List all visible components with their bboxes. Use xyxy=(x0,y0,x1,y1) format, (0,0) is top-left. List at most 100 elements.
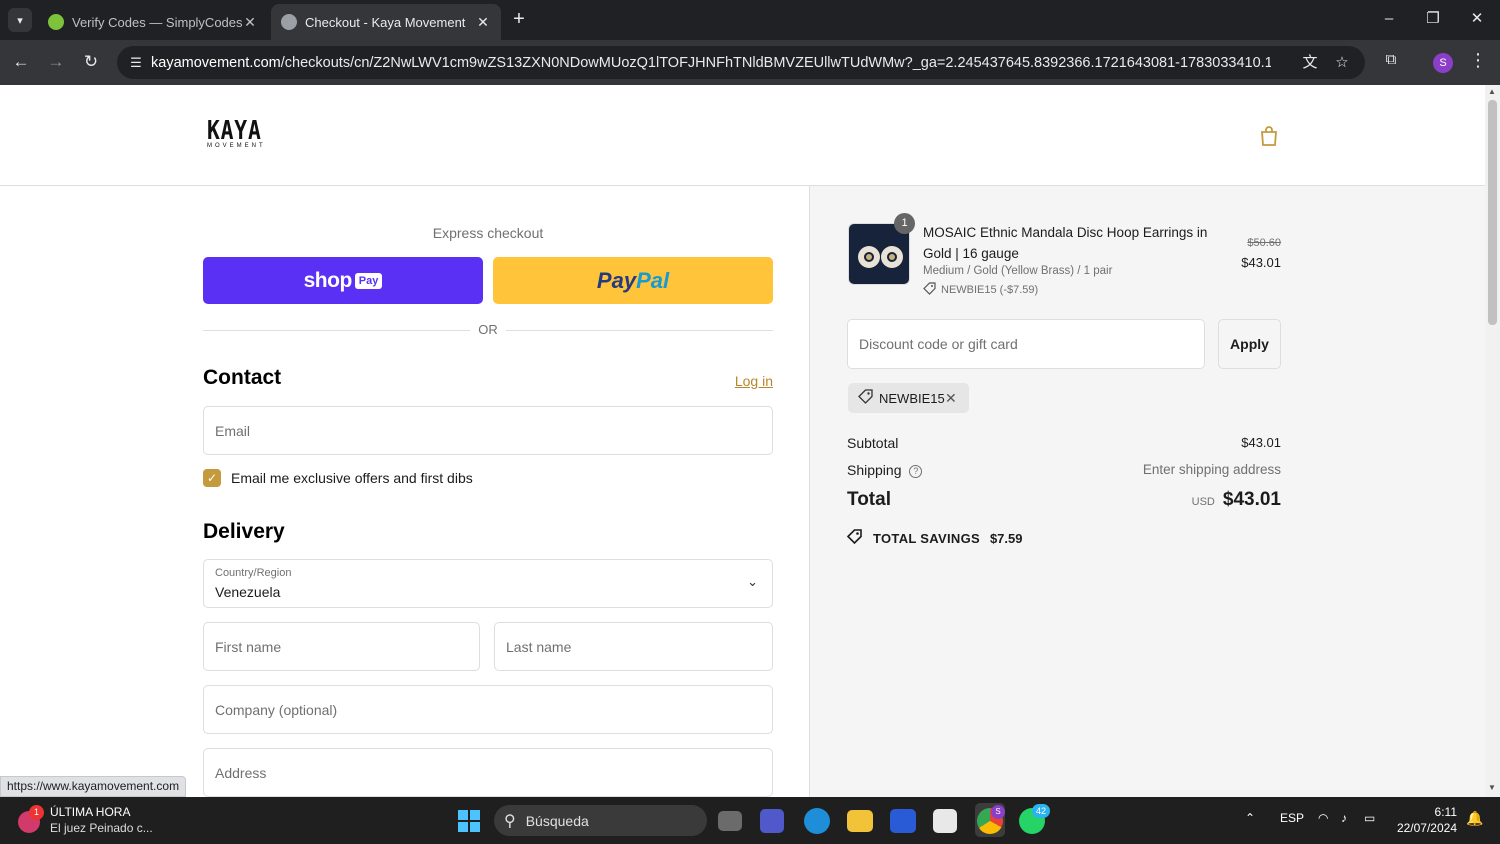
shipping-row: Shipping ? Enter shipping address xyxy=(847,462,1281,478)
browser-toolbar: ← → ↻ ☰ kayamovement.com/checkouts/cn/Z2… xyxy=(0,40,1500,85)
minimize-icon[interactable]: – xyxy=(1374,6,1404,32)
windows-taskbar: 1 ÚLTIMA HORA El juez Peinado c... ⚲ Búsq… xyxy=(0,797,1500,844)
wifi-icon[interactable]: ◠ xyxy=(1318,811,1328,825)
back-icon[interactable]: ← xyxy=(10,51,32,73)
paypal-button[interactable]: Pay Pal xyxy=(493,257,773,304)
tab-search-icon[interactable]: ▾ xyxy=(8,8,32,32)
task-view-icon[interactable] xyxy=(718,811,742,831)
new-tab-icon[interactable]: + xyxy=(508,8,530,30)
total-row: Total USD $43.01 xyxy=(847,489,1281,511)
last-name-placeholder: Last name xyxy=(506,638,572,655)
battery-icon[interactable]: ▭ xyxy=(1364,811,1375,825)
restore-icon[interactable]: ❐ xyxy=(1418,6,1448,32)
tab-title: Verify Codes — SimplyCodes xyxy=(72,14,242,30)
product-name: MOSAIC Ethnic Mandala Disc Hoop Earrings… xyxy=(923,225,1208,261)
edge-icon[interactable] xyxy=(804,808,830,834)
shop-pay-button[interactable]: shop Pay xyxy=(203,257,483,304)
shop-pay-badge: Pay xyxy=(354,272,383,289)
teams-icon[interactable] xyxy=(760,809,784,833)
news-title: ÚLTIMA HORA xyxy=(50,805,131,819)
store-icon[interactable] xyxy=(933,809,957,833)
url-text[interactable]: kayamovement.com/checkouts/cn/Z2NwLWV1cm… xyxy=(151,55,1271,71)
taskbar-search[interactable]: ⚲ Búsqueda xyxy=(494,805,707,836)
address-bar[interactable]: ☰ kayamovement.com/checkouts/cn/Z2NwLWV1… xyxy=(117,46,1365,79)
news-widget[interactable]: 1 ÚLTIMA HORA El juez Peinado c... xyxy=(18,805,153,835)
original-price: $50.60 xyxy=(1247,237,1281,249)
total-value: $43.01 xyxy=(1222,489,1281,510)
system-clock[interactable]: 6:11 22/07/2024 xyxy=(1395,804,1457,836)
remove-discount-icon[interactable]: ✕ xyxy=(945,390,969,407)
bookmark-star-icon[interactable]: ☆ xyxy=(1331,52,1353,74)
offers-checkbox[interactable]: ✓ xyxy=(203,469,221,487)
clock-date: 22/07/2024 xyxy=(1396,821,1457,835)
apply-button[interactable]: Apply xyxy=(1218,319,1281,369)
menu-kebab-icon[interactable]: ⋮ xyxy=(1468,50,1488,71)
product-discount: NEWBIE15 (-$7.59) xyxy=(923,282,1038,298)
checkout-page: KAYA MOVEMENT Express checkout shop Pay … xyxy=(0,85,1485,797)
address-field[interactable]: Address xyxy=(203,748,773,797)
language-indicator[interactable]: ESP xyxy=(1280,811,1304,825)
tab-verify-codes[interactable]: Verify Codes — SimplyCodes ✕ xyxy=(38,4,268,40)
discount-code-input[interactable]: Discount code or gift card xyxy=(847,319,1205,369)
shop-wordmark: shop xyxy=(303,268,353,292)
last-name-field[interactable]: Last name xyxy=(494,622,773,671)
tag-icon xyxy=(923,282,936,298)
applied-code: NEWBIE15 xyxy=(879,390,945,406)
close-tab-icon[interactable]: ✕ xyxy=(475,14,491,31)
windows-start-icon[interactable] xyxy=(455,807,483,835)
product-discount-text: NEWBIE15 (-$7.59) xyxy=(941,284,1039,296)
total-savings: TOTAL SAVINGS $7.59 xyxy=(846,529,1023,547)
chevron-down-icon: ⌄ xyxy=(747,574,758,589)
paypal-wordmark-2: Pal xyxy=(636,267,670,293)
discounted-price: $43.01 xyxy=(1241,255,1281,270)
applied-discount-tag: NEWBIE15 ✕ xyxy=(848,383,969,413)
scrollbar-thumb[interactable] xyxy=(1488,100,1497,325)
simplycodes-favicon-icon xyxy=(48,14,64,30)
close-window-icon[interactable]: ✕ xyxy=(1462,6,1492,32)
file-explorer-icon[interactable] xyxy=(847,810,873,832)
search-label: Búsqueda xyxy=(525,812,589,829)
reload-icon[interactable]: ↻ xyxy=(80,51,102,73)
first-name-field[interactable]: First name xyxy=(203,622,480,671)
close-tab-icon[interactable]: ✕ xyxy=(242,14,258,31)
shipping-label-wrap: Shipping ? xyxy=(847,462,923,478)
shipping-value: Enter shipping address xyxy=(1142,462,1281,477)
extensions-icon[interactable]: ⧉ xyxy=(1380,51,1402,73)
profile-avatar[interactable]: S xyxy=(1433,53,1453,73)
tab-title: Checkout - Kaya Movement xyxy=(305,14,466,30)
news-badge: 1 xyxy=(29,805,44,820)
help-circle-icon[interactable]: ? xyxy=(909,464,923,478)
show-hidden-icons[interactable]: ⌃ xyxy=(1245,811,1255,825)
forward-icon[interactable]: → xyxy=(45,51,67,73)
tab-checkout[interactable]: Checkout - Kaya Movement ✕ xyxy=(271,4,501,40)
clock-time: 6:11 xyxy=(1434,805,1457,819)
subtotal-label: Subtotal xyxy=(847,435,899,451)
translate-icon[interactable]: 文 xyxy=(1299,52,1321,74)
news-icon: 1 xyxy=(18,805,44,833)
site-info-icon[interactable]: ☰ xyxy=(121,55,151,71)
shipping-label: Shipping xyxy=(847,462,902,478)
scroll-up-icon[interactable]: ▲ xyxy=(1488,87,1496,96)
page-scrollbar[interactable]: ▲ ▼ xyxy=(1485,85,1500,797)
subtotal-value: $43.01 xyxy=(1241,435,1281,450)
country-value: Venezuela xyxy=(215,584,281,600)
notifications-bell-icon[interactable]: 🔔 xyxy=(1466,810,1483,827)
paypal-wordmark-1: Pay xyxy=(596,267,637,293)
savings-tag-icon xyxy=(846,529,864,547)
country-select[interactable]: Country/Region Venezuela ⌄ xyxy=(203,559,773,608)
search-icon: ⚲ xyxy=(504,812,516,830)
login-link[interactable]: Log in xyxy=(700,373,773,389)
discount-placeholder: Discount code or gift card xyxy=(859,336,1018,352)
scroll-down-icon[interactable]: ▼ xyxy=(1488,783,1496,792)
shopping-bag-icon[interactable] xyxy=(1259,125,1279,147)
offers-label[interactable]: Email me exclusive offers and first dibs xyxy=(231,470,473,486)
savings-value: $7.59 xyxy=(989,530,1023,546)
volume-icon[interactable]: ♪ xyxy=(1341,811,1347,825)
email-field[interactable]: Email xyxy=(203,406,773,455)
store-logo[interactable]: KAYA MOVEMENT xyxy=(207,117,263,153)
express-checkout-label: Express checkout xyxy=(432,225,544,241)
url-host: kayamovement.com xyxy=(151,54,281,71)
company-field[interactable]: Company (optional) xyxy=(203,685,773,734)
app-icon[interactable] xyxy=(890,809,916,833)
browser-tab-bar: ▾ Verify Codes — SimplyCodes ✕ Checkout … xyxy=(0,0,1500,40)
